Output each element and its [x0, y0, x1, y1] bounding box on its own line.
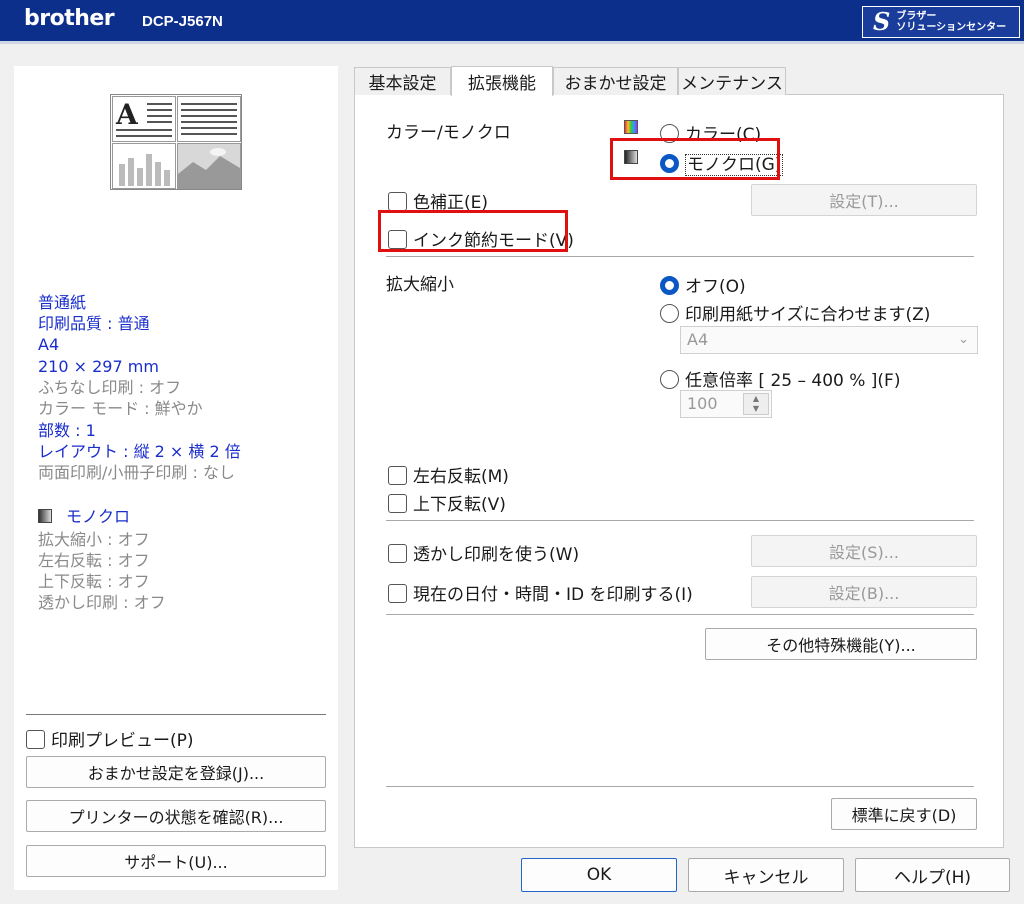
separator [386, 786, 974, 787]
summary-borderless: ふちなし印刷 : オフ [38, 378, 182, 397]
color-correction-settings-button[interactable]: 設定(T)... [751, 184, 977, 216]
summary-dimensions: 210 × 297 mm [38, 357, 159, 376]
preview-quadrant [177, 143, 241, 189]
support-button[interactable]: サポート(U)... [26, 845, 326, 877]
summary-mirror: 左右反転 : オフ [38, 551, 150, 570]
layout-preview-image: A [110, 94, 242, 190]
brand-logo: brother [24, 6, 115, 31]
scale-percent-spinner[interactable]: 100 ▲ ▼ [680, 390, 772, 418]
solutions-logo-icon: S [873, 7, 891, 36]
summary-color-mode: カラー モード : 鮮やか [38, 399, 203, 418]
checkbox-icon[interactable] [26, 730, 45, 749]
summary-layout: レイアウト : 縦 2 × 横 2 倍 [38, 442, 241, 461]
reverse-checkbox[interactable]: 上下反転(V) [388, 490, 506, 515]
radio-icon[interactable] [660, 370, 679, 389]
svg-text:A: A [115, 98, 139, 131]
tab-maintenance[interactable]: メンテナンス [678, 67, 786, 95]
mono-highlight-box [610, 138, 780, 180]
checkbox-icon[interactable] [388, 544, 407, 563]
summary-copies: 部数 : 1 [38, 421, 96, 440]
color-palette-icon [624, 120, 638, 134]
summary-scaling: 拡大縮小 : オフ [38, 530, 150, 549]
spinner-arrows-icon[interactable]: ▲ ▼ [743, 393, 769, 415]
summary-paper-type: 普通紙 [38, 293, 87, 312]
restore-defaults-button[interactable]: 標準に戻す(D) [831, 798, 977, 830]
tab-presets[interactable]: おまかせ設定 [553, 67, 678, 95]
printer-status-button[interactable]: プリンターの状態を確認(R)... [26, 800, 326, 832]
cancel-button[interactable]: キャンセル [688, 858, 844, 892]
watermark-settings-button[interactable]: 設定(S)... [751, 535, 977, 567]
header-footer-checkbox[interactable]: 現在の日付・時間・ID を印刷する(I) [388, 580, 693, 605]
left-separator [26, 714, 326, 715]
checkbox-icon[interactable] [388, 584, 407, 603]
title-bar: brother DCP-J567N S ブラザー ソリューションセンター [0, 0, 1024, 44]
solutions-line2: ソリューションセンター [896, 22, 1007, 33]
radio-selected-icon[interactable] [660, 276, 679, 295]
tab-basic[interactable]: 基本設定 [354, 67, 451, 95]
header-footer-settings-button[interactable]: 設定(B)... [751, 576, 977, 608]
preview-quadrant [177, 96, 241, 142]
radio-icon[interactable] [660, 304, 679, 323]
help-button[interactable]: ヘルプ(H) [855, 858, 1010, 892]
solutions-center-button[interactable]: S ブラザー ソリューションセンター [862, 6, 1020, 38]
summary-paper-size: A4 [38, 335, 60, 354]
solutions-line1: ブラザー [896, 11, 937, 22]
print-preview-checkbox[interactable]: 印刷プレビュー(P) [26, 726, 194, 751]
summary-print-quality: 印刷品質 : 普通 [38, 314, 150, 333]
register-settings-button[interactable]: おまかせ設定を登録(J)... [26, 756, 326, 788]
watermark-checkbox[interactable]: 透かし印刷を使う(W) [388, 540, 579, 565]
mirror-checkbox[interactable]: 左右反転(M) [388, 462, 509, 487]
summary-reverse: 上下反転 : オフ [38, 572, 150, 591]
scaling-fit-radio[interactable]: 印刷用紙サイズに合わせます(Z) [660, 300, 930, 325]
color-mono-label: カラー/モノクロ [386, 123, 511, 143]
checkbox-icon[interactable] [388, 494, 407, 513]
ink-save-highlight-box [378, 210, 568, 252]
scaling-off-radio[interactable]: オフ(O) [660, 272, 746, 297]
mono-swatch-icon [38, 509, 52, 523]
scaling-custom-radio[interactable]: 任意倍率 [ 25 – 400 % ](F) [660, 366, 900, 391]
summary-mono: モノクロ [38, 506, 130, 527]
summary-watermark: 透かし印刷 : オフ [38, 593, 166, 612]
checkbox-icon[interactable] [388, 192, 407, 211]
other-features-button[interactable]: その他特殊機能(Y)... [705, 628, 977, 660]
paper-size-dropdown[interactable]: A4 ⌄ [680, 326, 978, 354]
separator [386, 520, 974, 521]
chevron-down-icon: ⌄ [958, 332, 969, 347]
preview-quadrant: A [112, 96, 176, 142]
tab-advanced[interactable]: 拡張機能 [451, 66, 553, 96]
scaling-label: 拡大縮小 [386, 275, 454, 295]
separator [386, 614, 974, 615]
separator [386, 256, 974, 257]
summary-duplex: 両面印刷/小冊子印刷 : なし [38, 463, 235, 482]
checkbox-icon[interactable] [388, 466, 407, 485]
model-name: DCP-J567N [142, 13, 223, 30]
ok-button[interactable]: OK [521, 858, 677, 892]
preview-quadrant [112, 143, 176, 189]
